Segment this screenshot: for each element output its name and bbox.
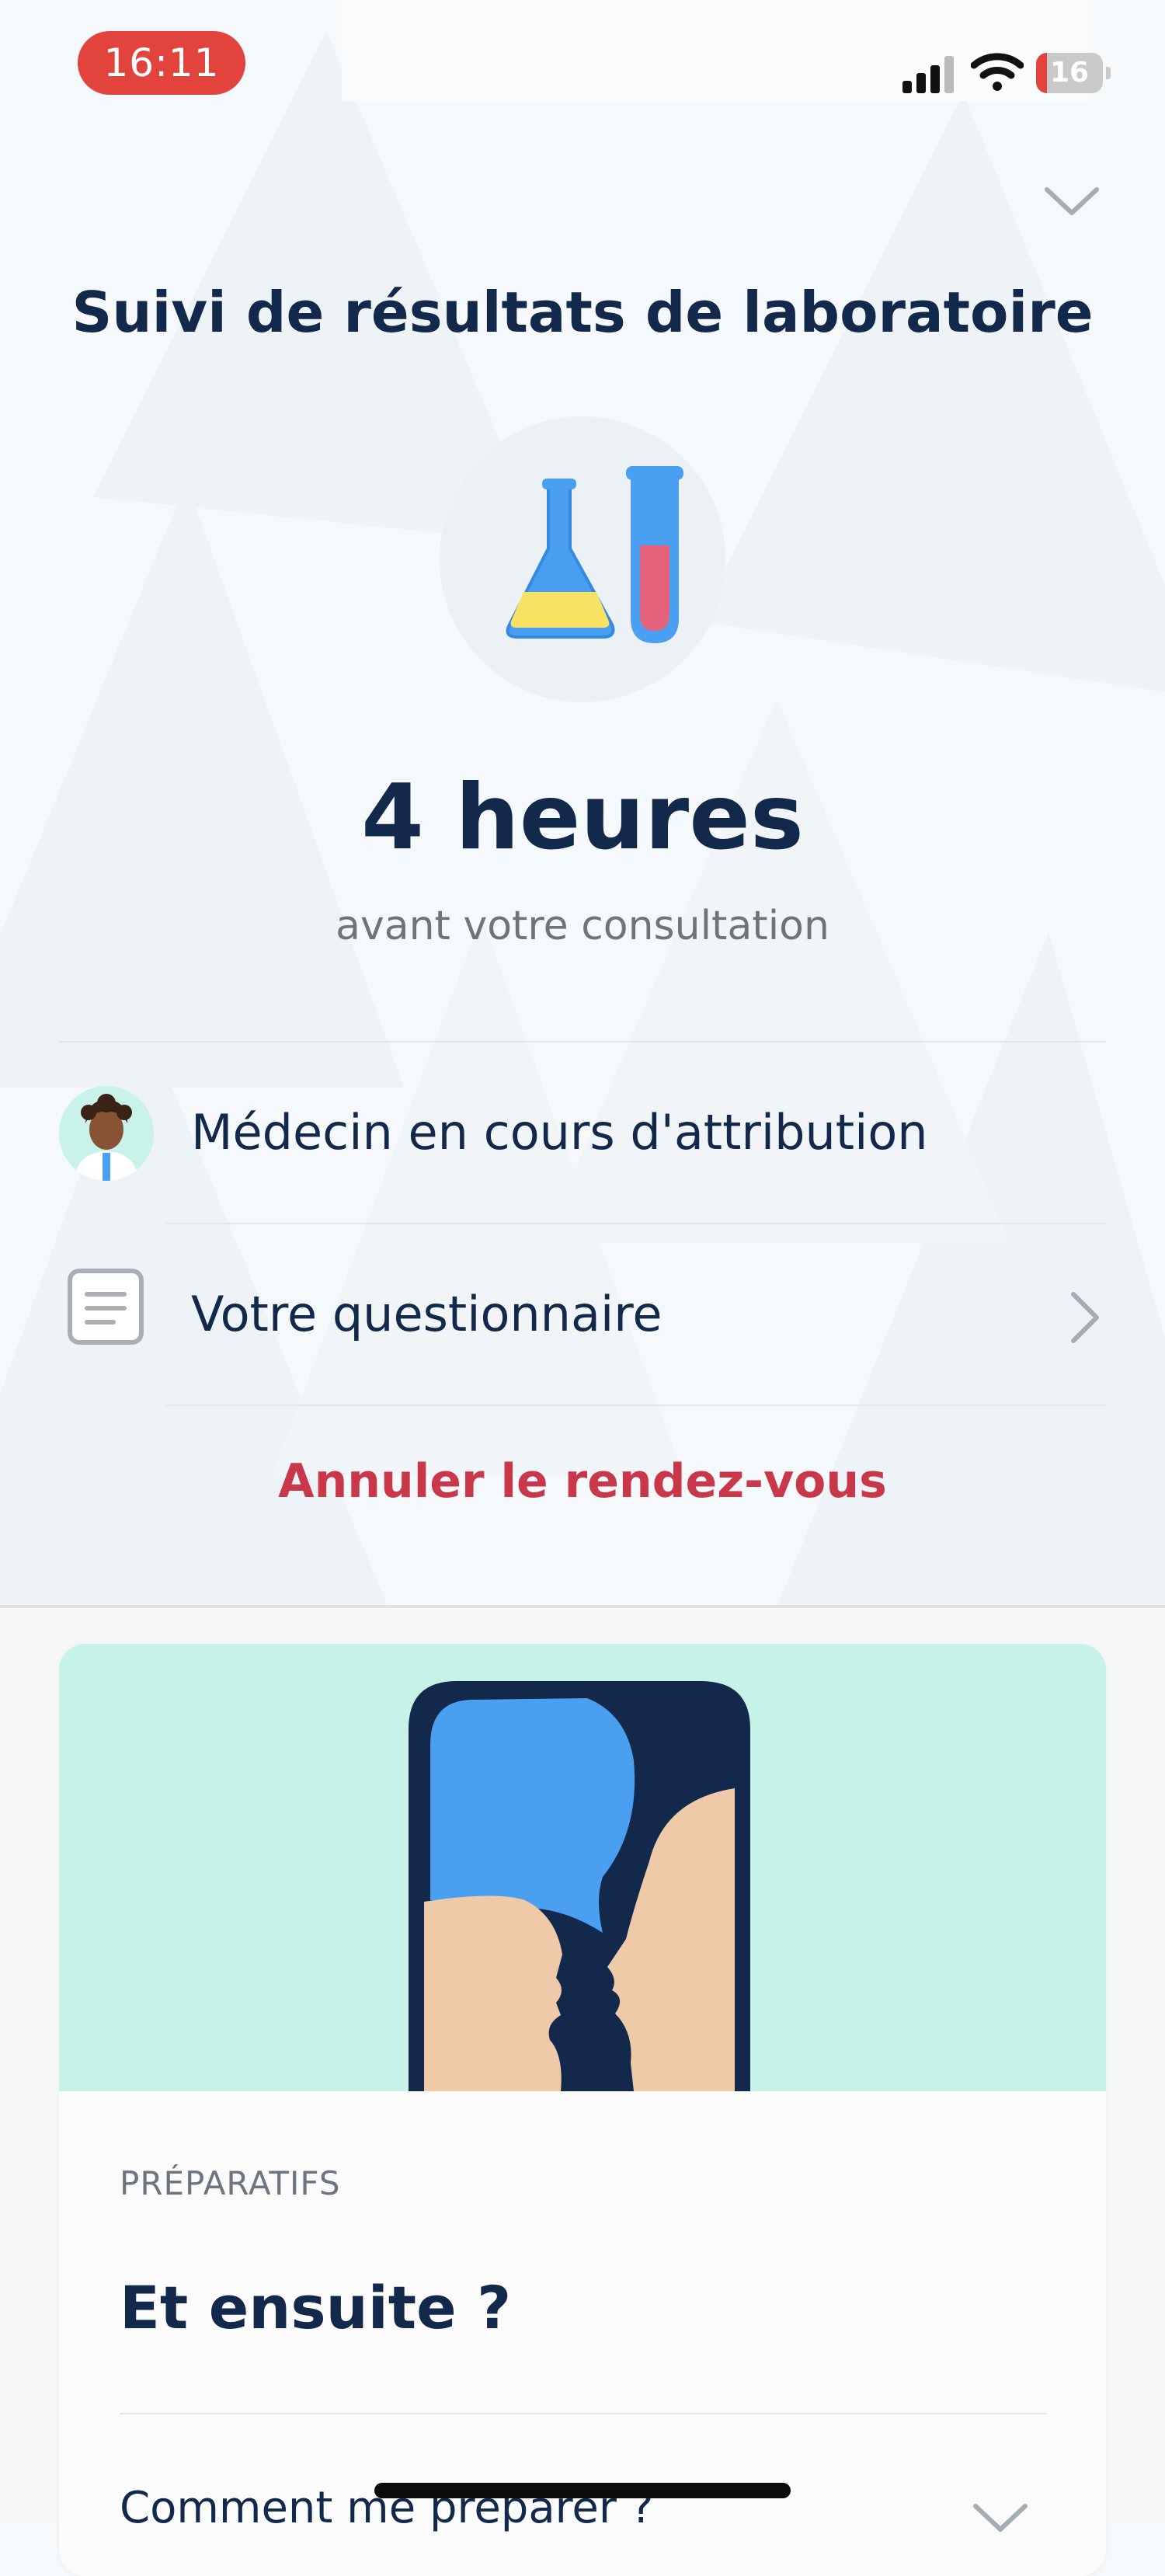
divider xyxy=(166,1405,1106,1406)
doctor-avatar-icon xyxy=(59,1086,154,1181)
battery-level: 16 xyxy=(1049,57,1090,89)
preparation-card[interactable]: PRÉPARATIFS Et ensuite ? Comment me prép… xyxy=(59,1644,1106,2576)
lab-flask-and-tube-icon xyxy=(506,466,683,643)
card-title: Et ensuite ? xyxy=(120,2273,512,2342)
countdown-value: 4 heures xyxy=(361,765,804,870)
status-time: 16:11 xyxy=(78,31,245,95)
doctor-row: Médecin en cours d'attribution xyxy=(0,1043,1165,1223)
home-indicator[interactable] xyxy=(374,2483,791,2498)
chevron-down-icon[interactable] xyxy=(969,2498,1031,2537)
card-hero xyxy=(59,1644,1106,2091)
card-eyebrow: PRÉPARATIFS xyxy=(120,2164,341,2202)
cancel-appointment-button[interactable]: Annuler le rendez-vous xyxy=(0,1454,1165,1509)
divider xyxy=(120,2413,1047,2414)
battery-icon: 16 xyxy=(1036,53,1111,93)
chevron-right-icon xyxy=(1071,1292,1099,1343)
status-bar: 16:11 16 xyxy=(0,0,1165,117)
section-separator xyxy=(0,1605,1165,1608)
chevron-down-icon[interactable] xyxy=(1041,179,1103,225)
page-title: Suivi de résultats de laboratoire xyxy=(71,280,1094,345)
wifi-icon xyxy=(971,53,1024,91)
questionnaire-label: Votre questionnaire xyxy=(191,1286,662,1342)
lab-illustration xyxy=(440,416,725,702)
doctor-status: Médecin en cours d'attribution xyxy=(191,1104,928,1161)
questionnaire-document-icon xyxy=(68,1269,144,1345)
two-faces-phone-illustration xyxy=(409,1681,750,2091)
countdown-caption: avant votre consultation xyxy=(336,903,829,949)
cellular-signal-icon xyxy=(902,56,954,93)
questionnaire-row[interactable]: Votre questionnaire xyxy=(0,1224,1165,1405)
